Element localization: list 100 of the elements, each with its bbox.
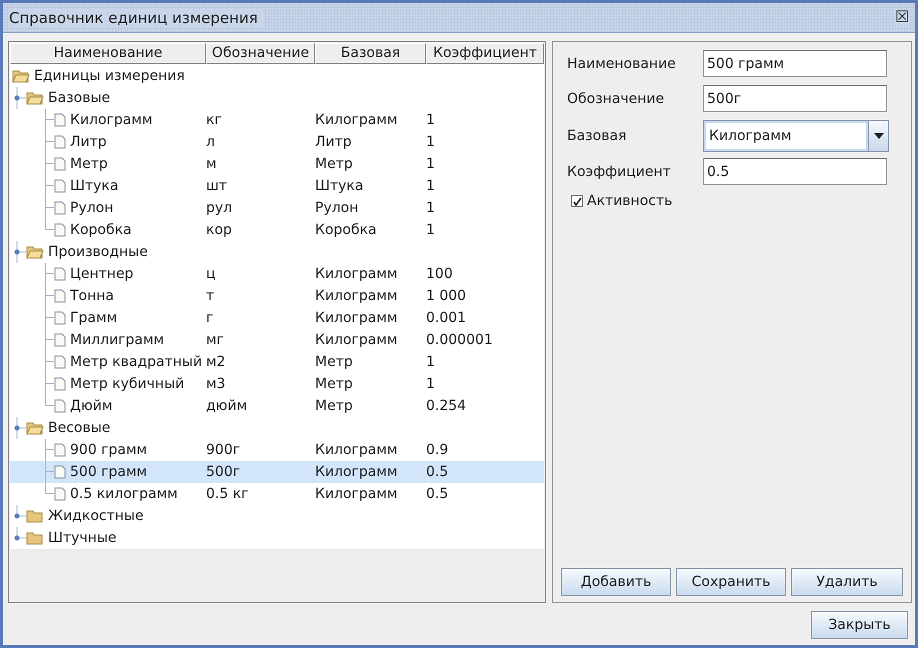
- table-cell: Дюйм: [70, 398, 112, 414]
- column-header[interactable]: Наименование: [10, 43, 206, 64]
- file-icon: [54, 333, 66, 347]
- table-cell-text: 0.254: [426, 398, 468, 414]
- active-checkbox[interactable]: Активность: [571, 193, 903, 209]
- table-cell-text: Метр: [315, 376, 354, 392]
- action-button[interactable]: Удалить: [791, 568, 903, 596]
- table-cell-text: рул: [206, 200, 234, 216]
- table-cell-text: Метр: [315, 354, 354, 370]
- tree-node-label[interactable]: Единицы измерения: [34, 68, 185, 84]
- table-cell-text: мг: [206, 332, 225, 348]
- open-folder-icon: [26, 421, 44, 435]
- table-cell: Килограмм: [70, 112, 152, 128]
- table-cell: Центнер: [70, 266, 134, 282]
- file-icon: [54, 201, 66, 215]
- file-icon: [54, 135, 66, 149]
- checkbox[interactable]: [571, 195, 583, 207]
- table-cell-text: 0.5 кг: [206, 486, 250, 502]
- tree-node-label[interactable]: Штучные: [48, 530, 117, 546]
- table-cell-text: Килограмм: [315, 442, 398, 458]
- table-cell-text: 1: [426, 112, 436, 128]
- field-label: Коэффициент: [566, 164, 672, 180]
- tree-toggle-icon[interactable]: [12, 417, 26, 439]
- tree-node-label[interactable]: Весовые: [48, 420, 110, 436]
- action-button[interactable]: Сохранить: [676, 568, 786, 596]
- combo-box[interactable]: Килограмм: [703, 120, 889, 152]
- table-cell-text: 1 000: [426, 288, 468, 304]
- file-icon: [54, 311, 66, 325]
- dropdown-button[interactable]: [868, 121, 888, 151]
- table-cell-text: л: [206, 134, 216, 150]
- table-cell: Метр квадратный: [70, 354, 202, 370]
- table-cell-text: Килограмм: [315, 464, 398, 480]
- table-cell-text: м2: [206, 354, 226, 370]
- table-cell-text: Килограмм: [315, 486, 398, 502]
- table-cell: Тонна: [70, 288, 114, 304]
- table-cell: Рулон: [70, 200, 114, 216]
- tree-node-label[interactable]: Жидкостные: [48, 508, 144, 524]
- table-cell-text: т: [206, 288, 216, 304]
- table-cell-text: 1: [426, 134, 436, 150]
- file-icon: [54, 399, 66, 413]
- column-header[interactable]: Базовая: [315, 43, 426, 64]
- open-folder-icon: [26, 245, 44, 259]
- table-cell-text: 1: [426, 178, 436, 194]
- field-label: Базовая: [566, 128, 628, 144]
- action-button[interactable]: Добавить: [561, 568, 671, 596]
- table-cell: Литр: [70, 134, 107, 150]
- table-cell-text: 0.5: [426, 464, 450, 480]
- table-cell-text: Килограмм: [315, 288, 398, 304]
- table-cell: Коробка: [70, 222, 132, 238]
- table-cell-text: дюйм: [206, 398, 248, 414]
- tree-toggle-icon[interactable]: [12, 87, 26, 109]
- table-cell-text: Метр: [315, 398, 354, 414]
- table-cell-text: кг: [206, 112, 223, 128]
- table-cell-text: 1: [426, 156, 436, 172]
- close-button[interactable]: ☒: [895, 10, 909, 26]
- table-cell: Метр: [70, 156, 108, 172]
- caret-icon: [874, 133, 884, 139]
- table-cell: 0.5 килограмм: [70, 486, 178, 502]
- field-label: Обозначение: [566, 90, 666, 106]
- column-header[interactable]: Обозначение: [206, 43, 315, 64]
- file-icon: [54, 113, 66, 127]
- table-cell-text: Килограмм: [315, 266, 398, 282]
- table-cell-text: Килограмм: [315, 332, 398, 348]
- table-cell-text: ц: [206, 266, 217, 282]
- file-icon: [54, 179, 66, 193]
- input-field[interactable]: 500г: [703, 85, 887, 112]
- file-icon: [54, 157, 66, 171]
- table-cell-text: 1: [426, 200, 436, 216]
- table-row[interactable]: 500 грамм 500г Килограмм 0.5: [10, 461, 544, 483]
- table-cell: 500 грамм: [70, 464, 148, 480]
- table-cell-text: 0.5: [426, 486, 450, 502]
- tree-toggle-icon[interactable]: [12, 241, 26, 263]
- table-cell-text: кор: [206, 222, 233, 238]
- tree-node-label[interactable]: Базовые: [48, 90, 110, 106]
- table-cell-text: м: [206, 156, 218, 172]
- table-cell-text: Рулон: [315, 200, 360, 216]
- table-cell-text: 500г: [206, 464, 242, 480]
- close-dialog-button[interactable]: Закрыть: [811, 611, 908, 639]
- table-cell-text: г: [206, 310, 214, 326]
- file-icon: [54, 355, 66, 369]
- table-cell-text: 900г: [206, 442, 242, 458]
- file-icon: [54, 377, 66, 391]
- table-cell: Штука: [70, 178, 118, 194]
- table-cell-text: м3: [206, 376, 226, 392]
- table-cell-text: 1: [426, 222, 436, 238]
- input-field[interactable]: 0.5: [703, 158, 887, 185]
- table-cell-text: Килограмм: [315, 112, 398, 128]
- table-cell: 900 грамм: [70, 442, 148, 458]
- table-cell-text: шт: [206, 178, 228, 194]
- input-field[interactable]: 500 грамм: [703, 50, 887, 77]
- table-cell-text: Метр: [315, 156, 354, 172]
- table-cell-text: Килограмм: [315, 310, 398, 326]
- field-label: Наименование: [566, 56, 677, 72]
- file-icon: [54, 289, 66, 303]
- column-header[interactable]: Коэффициент: [426, 43, 544, 64]
- table-cell-text: 0.001: [426, 310, 468, 326]
- window-title: Справочник единиц измерения: [9, 8, 264, 26]
- tree-node-label[interactable]: Производные: [48, 244, 148, 260]
- open-folder-icon: [26, 91, 44, 105]
- table-cell: Метр кубичный: [70, 376, 184, 392]
